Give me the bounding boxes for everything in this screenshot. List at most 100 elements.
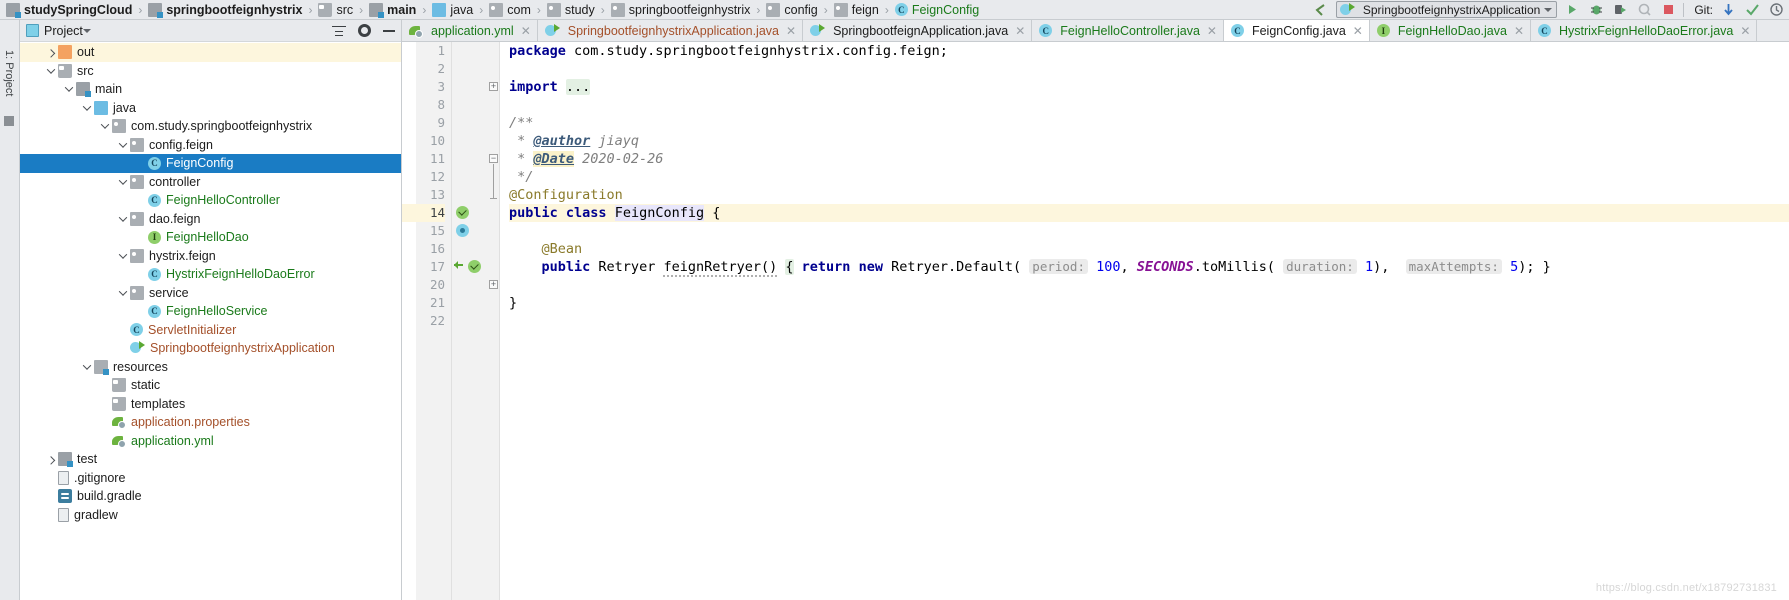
package-icon	[130, 211, 144, 226]
chevron-down-icon[interactable]	[116, 212, 130, 226]
breadcrumb-item-feignconfig[interactable]: C FeignConfig	[893, 0, 981, 19]
tree-node-test[interactable]: test	[20, 450, 401, 469]
line-number: 14	[416, 204, 445, 222]
gear-icon[interactable]	[358, 24, 371, 37]
bean-gutter-icon[interactable]	[456, 206, 469, 219]
tree-node--gitignore[interactable]: .gitignore	[20, 469, 401, 488]
tree-node-servletinitializer[interactable]: C ServletInitializer	[20, 321, 401, 340]
tree-node-label: out	[77, 45, 95, 60]
tree-node-feignhellocontroller[interactable]: C FeignHelloController	[20, 191, 401, 210]
gutter-row	[402, 186, 416, 204]
close-icon[interactable]: ✕	[521, 24, 531, 38]
tree-node-config-feign[interactable]: config.feign	[20, 136, 401, 155]
tree-node-hystrix-feign[interactable]: hystrix.feign	[20, 247, 401, 266]
breadcrumb-item-config[interactable]: config	[764, 0, 819, 19]
chevron-down-icon[interactable]	[44, 64, 58, 78]
class-icon: C	[1538, 24, 1551, 37]
code-editor[interactable]: 1 2 3 8 9 10 11 12 13 14 15 16 17 20 21 22 + − +	[402, 42, 1789, 600]
chevron-down-icon[interactable]	[80, 101, 94, 115]
chevron-down-icon[interactable]	[1544, 7, 1553, 12]
close-icon[interactable]: ✕	[1207, 24, 1217, 38]
gutter-row	[402, 258, 416, 276]
editor-tab-feignhellocontroller-java[interactable]: C FeignHelloController.java ✕	[1032, 20, 1224, 41]
tree-node-templates[interactable]: templates	[20, 395, 401, 414]
history-icon[interactable]	[1767, 1, 1785, 19]
chevron-down-icon[interactable]	[62, 82, 76, 96]
breadcrumb-item-studyspringcloud[interactable]: studySpringCloud	[4, 0, 134, 19]
tool-window-project-button[interactable]: 1: Project	[3, 50, 15, 96]
run-with-coverage-icon[interactable]	[1611, 1, 1629, 19]
close-icon[interactable]: ✕	[1353, 24, 1363, 38]
fold-expand-method-icon[interactable]: +	[489, 280, 498, 289]
tree-node-controller[interactable]: controller	[20, 173, 401, 192]
tool-window-structure-button[interactable]	[4, 116, 14, 126]
editor-tab-springbootfeignhystrixapplication-java[interactable]: SpringbootfeignhystrixApplication.java ✕	[538, 20, 804, 41]
spring-bean-gutter-icon[interactable]	[456, 224, 469, 237]
chevron-down-icon[interactable]	[98, 119, 112, 133]
tree-node-static[interactable]: static	[20, 376, 401, 395]
breadcrumb-item-feign[interactable]: feign	[832, 0, 881, 19]
tree-node-feignhellodao[interactable]: I FeignHelloDao	[20, 228, 401, 247]
run-configuration-selector[interactable]: SpringbootfeignhystrixApplication	[1335, 1, 1558, 18]
chevron-down-icon[interactable]	[116, 175, 130, 189]
tree-node-dao-feign[interactable]: dao.feign	[20, 210, 401, 229]
back-arrow-icon[interactable]	[1312, 1, 1330, 19]
tree-node-java[interactable]: java	[20, 99, 401, 118]
tree-node-out[interactable]: out	[20, 43, 401, 62]
breadcrumb-item-study[interactable]: study	[545, 0, 597, 19]
tree-node-main[interactable]: main	[20, 80, 401, 99]
close-icon[interactable]: ✕	[786, 24, 796, 38]
editor-tab-springbootfeignapplication-java[interactable]: SpringbootfeignApplication.java ✕	[803, 20, 1033, 41]
tree-node-build-gradle[interactable]: build.gradle	[20, 487, 401, 506]
tree-node-feignconfig[interactable]: C FeignConfig	[20, 154, 401, 173]
breadcrumb-item-com[interactable]: com	[487, 0, 533, 19]
fold-collapse-javadoc-icon[interactable]: −	[489, 154, 498, 163]
profile-icon[interactable]	[1635, 1, 1653, 19]
tree-node-application-yml[interactable]: application.yml	[20, 432, 401, 451]
chevron-down-icon[interactable]	[116, 286, 130, 300]
tree-node-feignhelloservice[interactable]: C FeignHelloService	[20, 302, 401, 321]
tree-node-service[interactable]: service	[20, 284, 401, 303]
tree-node-application-properties[interactable]: application.properties	[20, 413, 401, 432]
tree-node-springbootfeignhystrixapplication[interactable]: SpringbootfeignhystrixApplication	[20, 339, 401, 358]
editor-tab-feignconfig-java[interactable]: C FeignConfig.java ✕	[1223, 20, 1370, 41]
close-icon[interactable]: ✕	[1514, 24, 1524, 38]
bean-gutter-icon[interactable]	[468, 260, 481, 273]
tree-node-resources[interactable]: resources	[20, 358, 401, 377]
collapse-all-icon[interactable]	[332, 25, 346, 37]
debug-icon[interactable]	[1587, 1, 1605, 19]
close-icon[interactable]: ✕	[1015, 24, 1025, 38]
chevron-down-icon[interactable]	[116, 249, 130, 263]
tree-node-src[interactable]: src	[20, 62, 401, 81]
run-icon[interactable]	[1563, 1, 1581, 19]
update-project-icon[interactable]	[1719, 1, 1737, 19]
breadcrumb-item-main[interactable]: main	[367, 0, 418, 19]
chevron-down-icon[interactable]	[82, 28, 91, 33]
chevron-right-icon[interactable]	[44, 452, 58, 466]
tree-node-label: static	[131, 378, 161, 393]
tree-node-com-study-springbootfeignhystrix[interactable]: com.study.springbootfeignhystrix	[20, 117, 401, 136]
editor-tab-hystrixfeignhellodaoerror-java[interactable]: C HystrixFeignHelloDaoError.java ✕	[1531, 20, 1758, 41]
breadcrumb-item-springbootfeignhystrix[interactable]: springbootfeignhystrix	[146, 0, 304, 19]
chevron-right-icon[interactable]	[44, 45, 58, 59]
project-tree[interactable]: out src main java com.study.springbootfeignh…	[20, 42, 401, 600]
stop-icon[interactable]	[1659, 1, 1677, 19]
breadcrumb-item-src[interactable]: src	[316, 0, 355, 19]
implementation-arrow-icon[interactable]	[454, 260, 466, 272]
fold-expand-import-icon[interactable]: +	[489, 82, 498, 91]
code-folding-gutter[interactable]: + − +	[486, 42, 500, 600]
code-text[interactable]: package com.study.springbootfeignhystrix…	[500, 42, 1789, 600]
tree-node-gradlew[interactable]: gradlew	[20, 506, 401, 525]
gutter-marker-area[interactable]	[452, 42, 486, 600]
commit-icon[interactable]	[1743, 1, 1761, 19]
tree-node-hystrixfeignhellodaoerror[interactable]: C HystrixFeignHelloDaoError	[20, 265, 401, 284]
close-icon[interactable]: ✕	[1740, 24, 1750, 38]
editor-tab-application-yml[interactable]: application.yml ✕	[402, 20, 538, 41]
breadcrumb-item-springbootfeignhystrix[interactable]: springbootfeignhystrix	[609, 0, 753, 19]
minus-icon[interactable]	[383, 29, 395, 32]
line-number: 1	[437, 43, 445, 58]
editor-tab-feignhellodao-java[interactable]: I FeignHelloDao.java ✕	[1370, 20, 1531, 41]
breadcrumb-item-java[interactable]: java	[430, 0, 475, 19]
chevron-down-icon[interactable]	[80, 360, 94, 374]
chevron-down-icon[interactable]	[116, 138, 130, 152]
